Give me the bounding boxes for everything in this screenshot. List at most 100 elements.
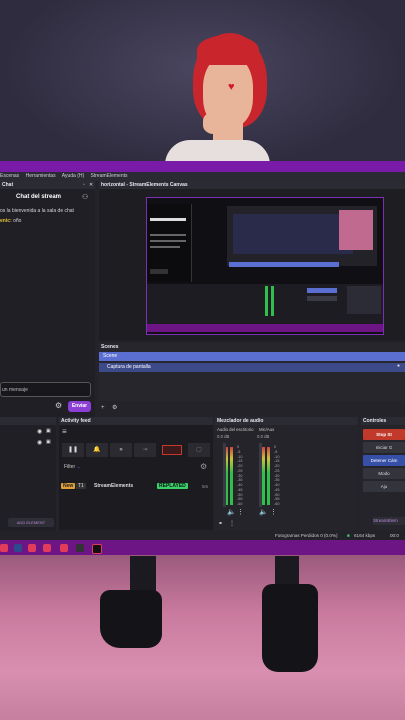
menu-item-herramientas[interactable]: Herramientas <box>26 173 56 179</box>
taskbar-obs-icon[interactable] <box>76 544 84 552</box>
tag-new: New <box>61 483 76 489</box>
db-scale-tick: -40 <box>237 483 243 488</box>
db-scale-tick: -15 <box>274 459 280 464</box>
db-scale-tick: -30 <box>274 473 280 478</box>
undock-icon[interactable]: ▫ <box>83 181 85 189</box>
chevron-down-icon: ⌄ <box>76 464 81 470</box>
db-scale-tick: -55 <box>237 497 243 502</box>
streamelements-button[interactable]: StreamElem <box>373 517 405 525</box>
purple-border-top <box>0 161 405 172</box>
stop-button[interactable] <box>162 445 182 455</box>
taskbar-tiktok-icon[interactable] <box>92 544 102 554</box>
db-scale-tick: -5 <box>237 449 241 454</box>
source-item-label: Captura de pantalla <box>107 364 151 370</box>
nested-tiktok-window <box>147 204 192 282</box>
scenes-header: Scenes <box>99 343 405 351</box>
character-bangs <box>197 35 259 65</box>
preview-title: horizontal - StreamElements Canvas <box>99 181 405 189</box>
link-icon[interactable]: ⚭ <box>218 520 223 527</box>
live-time: 00:0 <box>390 533 399 538</box>
taskbar-app-icon[interactable] <box>43 544 51 552</box>
activity-event-row[interactable]: New T1 StreamElements REPLAYED 5m <box>59 481 213 493</box>
menu-dots-icon[interactable]: ⋮ <box>237 508 244 516</box>
preview-canvas[interactable] <box>146 197 384 335</box>
db-scale-tick: -5 <box>274 449 278 454</box>
visibility-eye-icon[interactable]: ● <box>397 363 400 369</box>
scenes-panel: Scenes Scene Captura de pantalla ● + ⚙ <box>99 343 405 411</box>
db-scale-tick: -45 <box>237 487 243 492</box>
users-icon[interactable]: ⚇ <box>82 193 88 201</box>
lock-icon[interactable]: ▣ <box>46 428 51 434</box>
nested-docks <box>147 284 383 324</box>
db-scale-tick: -50 <box>237 492 243 497</box>
character-hand <box>203 112 229 134</box>
close-icon[interactable]: ✕ <box>89 181 93 189</box>
controls-panel: Controles Stop St Iniciar G Detener Cám … <box>361 417 405 530</box>
audio-mixer-panel: Mezclador de audio Audio del escritorio … <box>215 417 358 530</box>
volume-slider-1[interactable] <box>223 443 226 507</box>
eye-icon[interactable]: ◉ <box>37 428 42 435</box>
speaker-icon[interactable]: 🔈 <box>259 508 268 516</box>
gear-icon[interactable]: ⚙ <box>200 462 207 471</box>
next-button[interactable]: ⇥ <box>134 443 156 457</box>
menu-item-streamelements[interactable]: StreamElements <box>91 173 128 179</box>
lock-icon[interactable]: ▣ <box>46 439 51 445</box>
skip-button[interactable]: » <box>110 443 132 457</box>
source-item[interactable]: Captura de pantalla <box>99 363 405 372</box>
db-scale-tick: -60 <box>274 502 280 507</box>
scene-item-selected[interactable]: Scene <box>99 352 405 361</box>
activity-feed-title: Activity feed <box>59 417 213 425</box>
menu-bar: Escenas Herramientas Ayuda (H) StreamEle… <box>0 172 405 181</box>
menu-item-escenas[interactable]: Escenas <box>0 173 19 179</box>
settings-button[interactable]: Aju <box>363 481 405 492</box>
sources-dock: ◉ ▣ ◉ ▣ ADD ELEMENT <box>0 417 56 531</box>
more-button[interactable]: ▢ <box>188 443 210 457</box>
taskbar-app-icon[interactable] <box>0 544 8 552</box>
db-scale-2: 0 -5 -10 -15 -20 -25 -30 -35 -40 -45 -50 -55 -60 <box>274 445 286 507</box>
menu-dots-icon[interactable]: ⋮ <box>270 508 277 516</box>
vu-meter-right-2 <box>267 447 270 505</box>
heart-face-paint: ♥ <box>228 81 235 93</box>
chat-username[interactable]: enic <box>0 218 10 224</box>
activity-feed-panel: Activity feed ≡ ❚❚ 🔔 » ⇥ ▢ Filter ⌄ ⚙ Ne… <box>59 417 213 530</box>
filter-dropdown[interactable]: Filter ⌄ <box>64 464 81 470</box>
audio-channel-1-name: Audio del escritorio <box>217 427 254 432</box>
studio-mode-button[interactable]: Modo <box>363 468 405 479</box>
dropped-frames: Fotogramas Perdidos 0 (0.0%) <box>275 533 338 538</box>
eye-icon[interactable]: ◉ <box>37 439 42 446</box>
pause-button[interactable]: ❚❚ <box>62 443 84 457</box>
stop-streaming-button[interactable]: Stop St <box>363 429 405 440</box>
audio-channel-2-name: Mic/Aux <box>259 427 275 432</box>
add-scene-icon[interactable]: + <box>101 405 105 411</box>
db-scale-tick: -15 <box>237 459 243 464</box>
speaker-icon[interactable]: 🔈 <box>227 508 236 516</box>
volume-slider-2[interactable] <box>259 443 262 507</box>
settings-icon[interactable]: ⚙ <box>55 401 62 410</box>
event-time: 5m <box>202 484 209 489</box>
scene-settings-icon[interactable]: ⚙ <box>112 404 117 411</box>
audio-channel-2-db: 0.0 dB <box>257 434 270 439</box>
mute-alerts-button[interactable]: 🔔 <box>86 443 108 457</box>
chat-input-placeholder: un mensaje <box>2 387 28 393</box>
taskbar-app-icon[interactable] <box>28 544 36 552</box>
chat-input[interactable]: un mensaje <box>0 382 91 397</box>
vu-meter-left-2 <box>262 447 265 505</box>
taskbar-steam-icon[interactable] <box>14 544 22 552</box>
add-element-button[interactable]: ADD ELEMENT <box>8 518 54 527</box>
chat-header: Chat del stream <box>16 194 62 200</box>
taskbar-app-icon[interactable] <box>60 544 68 552</box>
menu-icon[interactable]: ≡ <box>62 427 67 436</box>
menu-item-ayuda[interactable]: Ayuda (H) <box>62 173 84 179</box>
character-left-boot <box>100 590 162 648</box>
db-scale-tick: -25 <box>237 468 243 473</box>
chat-message-text: oño <box>13 218 22 224</box>
sources-dock-header <box>0 417 56 425</box>
stop-virtual-camera-button[interactable]: Detener Cám <box>363 455 405 466</box>
menu-dots-icon[interactable]: ⋮ <box>229 520 235 527</box>
chat-panel-title: Chat <box>0 181 95 189</box>
db-scale-tick: 0 <box>274 445 277 449</box>
taskbar <box>0 540 405 556</box>
start-recording-button[interactable]: Iniciar G <box>363 442 405 453</box>
live-indicator-icon: ■ <box>347 533 350 538</box>
send-button[interactable]: Enviar <box>68 401 91 412</box>
